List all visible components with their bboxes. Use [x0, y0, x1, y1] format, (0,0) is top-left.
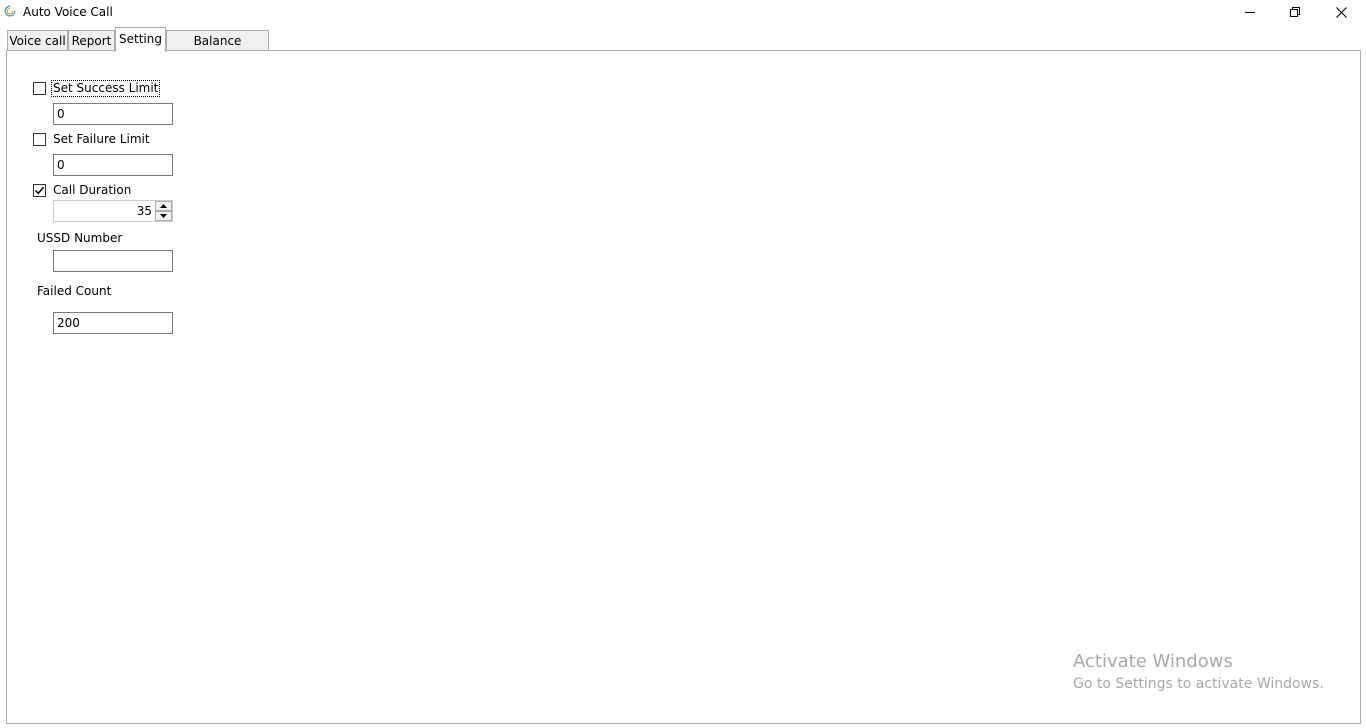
failure-limit-label[interactable]: Set Failure Limit [52, 132, 151, 147]
tab-balance-checking[interactable]: Balance Checking [166, 30, 269, 68]
app-icon [4, 5, 16, 17]
success-limit-label[interactable]: Set Success Limit [50, 79, 161, 97]
failed-count-input[interactable]: 200 [53, 312, 173, 334]
failure-limit-checkbox[interactable] [33, 132, 46, 146]
app-window: Auto Voice Call Voice call Report Settin… [0, 0, 1366, 728]
minimize-icon [1245, 12, 1255, 13]
close-button[interactable] [1318, 0, 1364, 24]
failed-count-label: Failed Count [37, 284, 112, 298]
chevron-up-icon [160, 204, 167, 208]
restore-button[interactable] [1272, 0, 1318, 24]
restore-icon [1290, 7, 1300, 17]
tab-setting[interactable]: Setting [115, 27, 166, 52]
ussd-number-label: USSD Number [37, 231, 123, 245]
call-duration-checkbox-row[interactable]: Call Duration [33, 182, 132, 198]
call-duration-label[interactable]: Call Duration [52, 183, 132, 198]
checkmark-icon [34, 186, 45, 194]
spinner-buttons [155, 201, 172, 221]
tab-voice-call[interactable]: Voice call [7, 30, 68, 50]
chevron-down-icon [160, 214, 167, 218]
failure-limit-input[interactable]: 0 [53, 154, 173, 176]
call-duration-checkbox[interactable] [33, 183, 46, 197]
call-duration-spinner[interactable]: 35 [53, 200, 173, 222]
tab-report[interactable]: Report [68, 30, 115, 50]
title-bar[interactable]: Auto Voice Call [0, 0, 1366, 26]
success-limit-input[interactable]: 0 [53, 103, 173, 125]
close-icon [1335, 6, 1347, 18]
settings-tab-page [6, 50, 1361, 724]
spinner-down-button[interactable] [155, 211, 172, 221]
minimize-button[interactable] [1227, 0, 1273, 24]
ussd-number-input[interactable] [53, 250, 173, 272]
success-limit-checkbox-row[interactable]: Set Success Limit [33, 79, 161, 97]
call-duration-value[interactable]: 35 [137, 201, 152, 221]
window-title: Auto Voice Call [23, 5, 113, 19]
success-limit-checkbox[interactable] [33, 81, 46, 95]
spinner-up-button[interactable] [155, 201, 172, 211]
failure-limit-checkbox-row[interactable]: Set Failure Limit [33, 131, 151, 147]
